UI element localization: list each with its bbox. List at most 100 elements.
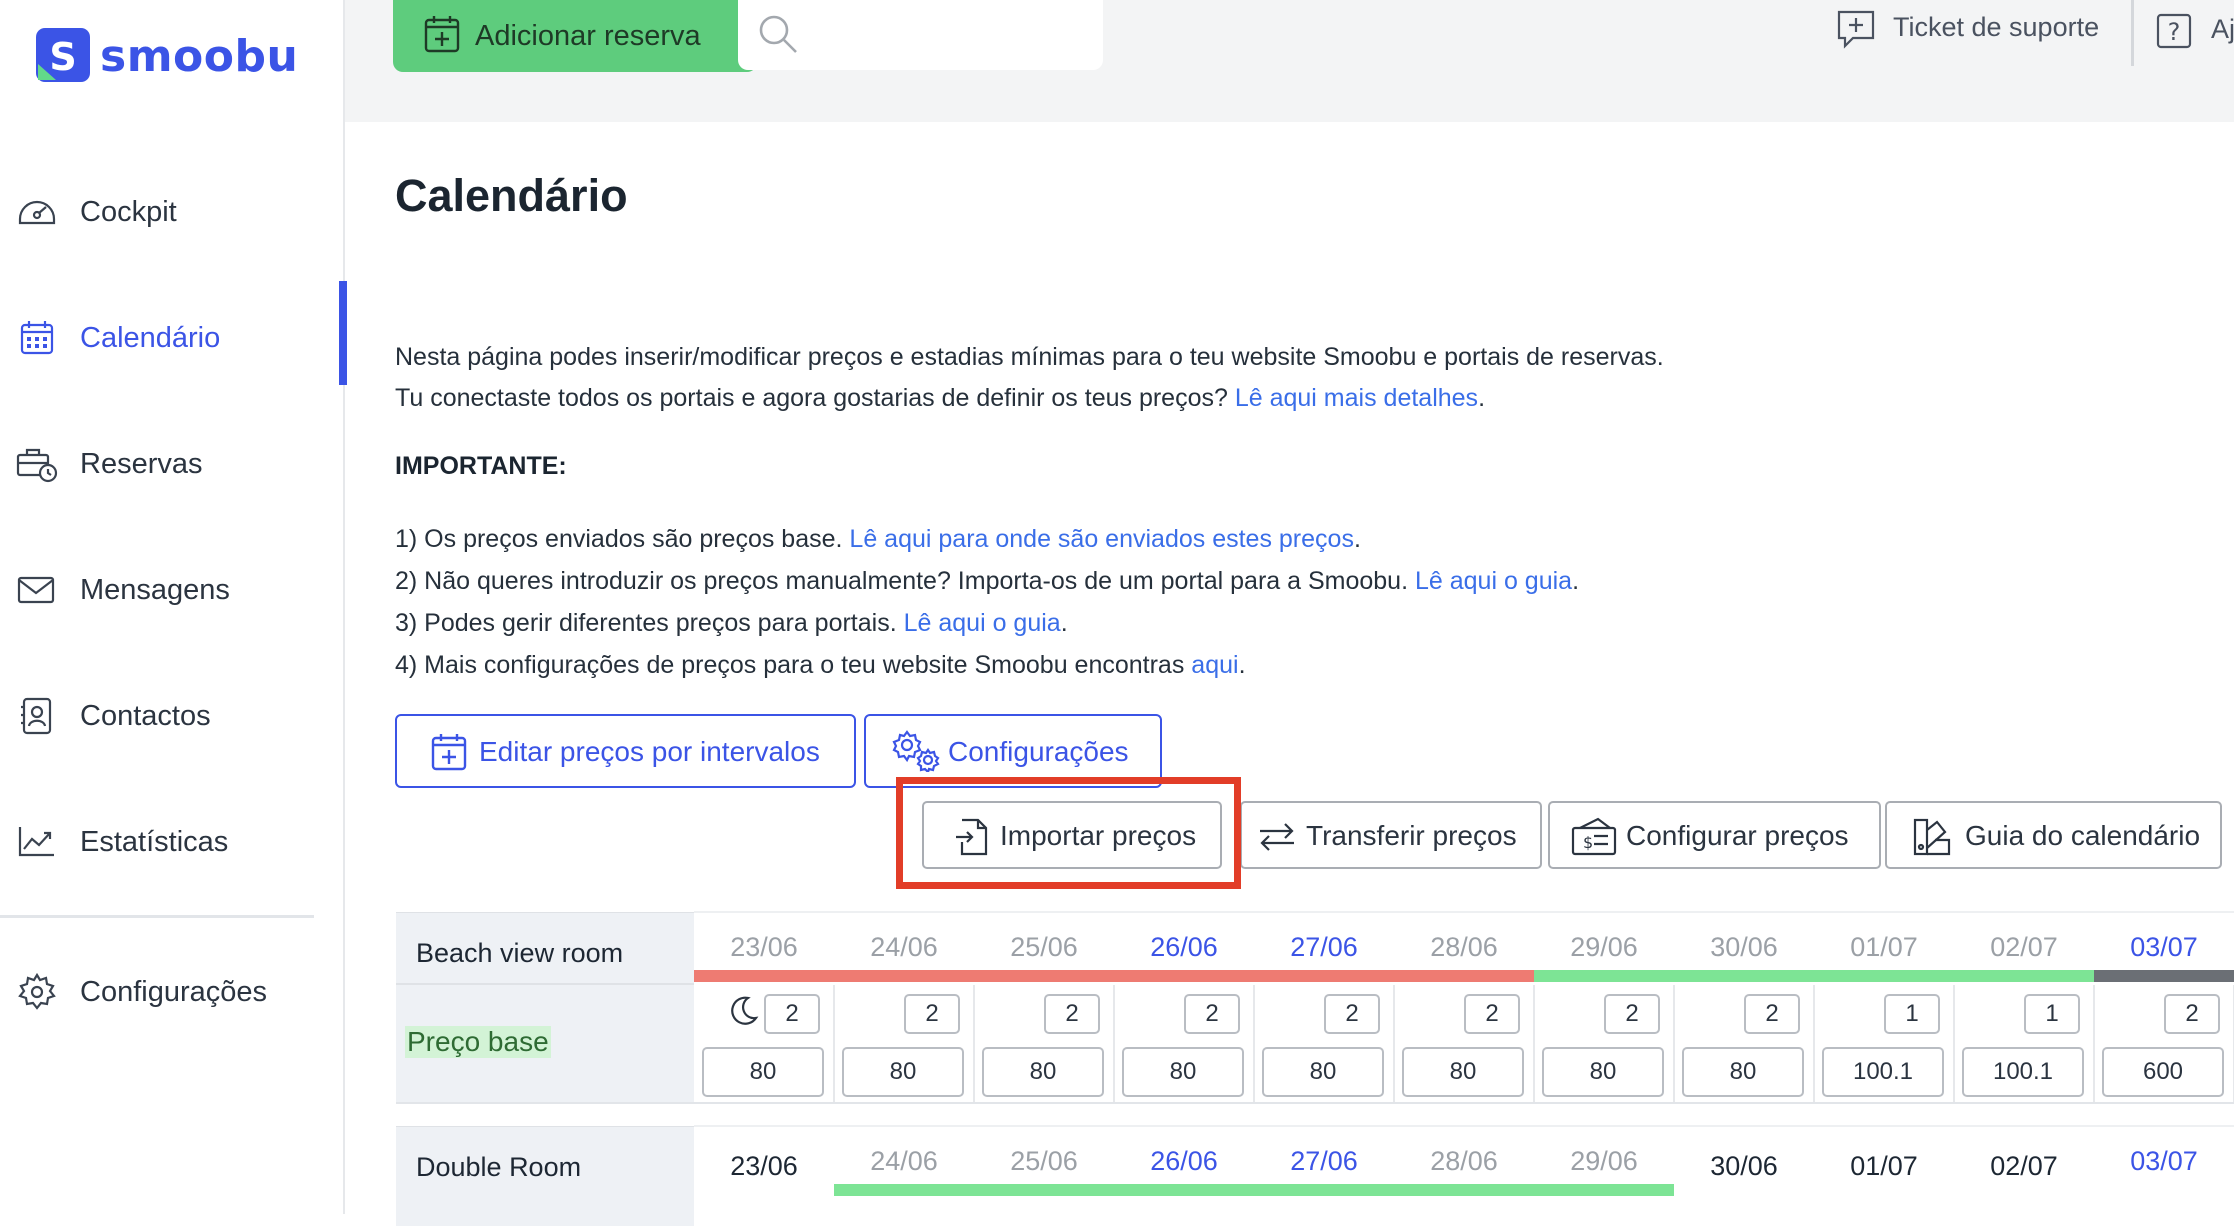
date-header[interactable]: 29/06: [1534, 932, 1674, 963]
configure-prices-label: Configurar preços: [1626, 820, 1849, 851]
details-link[interactable]: Lê aqui mais detalhes: [1235, 384, 1478, 412]
date-header[interactable]: 24/06: [834, 1146, 974, 1177]
min-stay-input[interactable]: 2: [764, 994, 820, 1034]
gears-icon: [892, 730, 940, 777]
help-label: Aj: [2211, 14, 2234, 44]
price-input[interactable]: 80: [1682, 1047, 1804, 1097]
note-link[interactable]: Lê aqui o guia: [904, 609, 1061, 637]
money-tag-icon: $: [1570, 816, 1620, 858]
room-name: Beach view room: [416, 938, 624, 968]
sidebar-item-reservas[interactable]: Reservas: [0, 429, 345, 499]
date-header[interactable]: 28/06: [1394, 932, 1534, 963]
sidebar-item-mensagens[interactable]: Mensagens: [0, 555, 345, 625]
sidebar-item-label: Reservas: [80, 447, 203, 480]
sidebar-item-label: Contactos: [80, 699, 211, 732]
availability-bar-booked: [694, 970, 1534, 982]
availability-bar-free: [1534, 970, 2094, 982]
chat-plus-icon: [1835, 8, 1877, 50]
note-link[interactable]: Lê aqui para onde são enviados estes pre…: [849, 525, 1354, 553]
date-header[interactable]: 02/07: [1954, 1151, 2094, 1182]
note-end: .: [1353, 525, 1361, 553]
svg-text:?: ?: [2168, 18, 2181, 46]
gear-icon: [16, 971, 58, 1013]
important-heading: IMPORTANTE:: [395, 452, 567, 480]
settings-label: Configurações: [948, 736, 1129, 767]
edit-prices-by-interval-button[interactable]: Editar preços por intervalos: [395, 714, 856, 788]
date-header[interactable]: 28/06: [1394, 1146, 1534, 1177]
price-input[interactable]: 80: [1122, 1047, 1244, 1097]
date-header[interactable]: 26/06: [1114, 932, 1254, 963]
price-input[interactable]: 80: [842, 1047, 964, 1097]
date-header[interactable]: 27/06: [1254, 1146, 1394, 1177]
price-input[interactable]: 600: [2102, 1047, 2224, 1097]
price-input[interactable]: 100.1: [1822, 1047, 1944, 1097]
price-input[interactable]: 100.1: [1962, 1047, 2084, 1097]
date-header[interactable]: 25/06: [974, 932, 1114, 963]
date-header[interactable]: 03/07: [2094, 932, 2234, 963]
min-stay-input[interactable]: 2: [2164, 994, 2220, 1034]
add-booking-button[interactable]: Adicionar reserva: [393, 0, 757, 72]
min-stay-input[interactable]: 2: [1184, 994, 1240, 1034]
support-ticket-link[interactable]: Ticket de suporte: [1835, 8, 2099, 50]
date-header[interactable]: 25/06: [974, 1146, 1114, 1177]
page-title: Calendário: [395, 170, 628, 221]
intro-line-1: Nesta página podes inserir/modificar pre…: [395, 343, 1664, 371]
calendar-guide-label: Guia do calendário: [1965, 820, 2201, 851]
sidebar-item-calendario[interactable]: Calendário: [0, 281, 347, 385]
sidebar-item-contactos[interactable]: Contactos: [0, 681, 345, 751]
min-stay-input[interactable]: 2: [904, 994, 960, 1034]
note-end: .: [1572, 567, 1580, 595]
column-divider: [1253, 985, 1255, 1102]
smoobu-logo-icon: S: [30, 24, 94, 88]
smoobu-logo[interactable]: S smoobu: [30, 24, 298, 88]
price-input[interactable]: 80: [1542, 1047, 1664, 1097]
sidebar-item-cockpit[interactable]: Cockpit: [0, 177, 345, 247]
date-header[interactable]: 23/06: [694, 932, 834, 963]
date-header[interactable]: 01/07: [1814, 1151, 1954, 1182]
min-stay-input[interactable]: 2: [1324, 994, 1380, 1034]
sidebar-item-estatisticas[interactable]: Estatísticas: [0, 807, 345, 877]
min-stay-input[interactable]: 2: [1744, 994, 1800, 1034]
price-input[interactable]: 80: [1402, 1047, 1524, 1097]
date-header[interactable]: 30/06: [1674, 1151, 1814, 1182]
price-input[interactable]: 80: [702, 1047, 824, 1097]
date-header[interactable]: 03/07: [2094, 1146, 2234, 1177]
price-input[interactable]: 80: [982, 1047, 1104, 1097]
price-input[interactable]: 80: [1262, 1047, 1384, 1097]
calendar-guide-button[interactable]: Guia do calendário: [1885, 801, 2222, 869]
sidebar-item-label: Configurações: [80, 975, 267, 1008]
note-link[interactable]: Lê aqui o guia: [1415, 567, 1572, 595]
support-ticket-label: Ticket de suporte: [1893, 12, 2100, 42]
rate-label: Preço base: [405, 1026, 551, 1058]
search-icon: [756, 12, 800, 56]
min-stay-input[interactable]: 1: [1884, 994, 1940, 1034]
search-input[interactable]: [738, 0, 1103, 70]
import-highlight-box: [896, 777, 1241, 889]
note-link[interactable]: aqui: [1191, 651, 1238, 679]
availability-bar-free: [834, 1184, 1674, 1196]
calendar-plus-icon: [423, 14, 461, 54]
sidebar: S smoobu Cockpit Calendário Reservas Men…: [0, 0, 347, 1214]
moon-icon: [726, 994, 760, 1033]
date-header[interactable]: 30/06: [1674, 932, 1814, 963]
configure-prices-button[interactable]: $ Configurar preços: [1548, 801, 1881, 869]
date-header[interactable]: 02/07: [1954, 932, 2094, 963]
date-header[interactable]: 27/06: [1254, 932, 1394, 963]
sidebar-item-configuracoes[interactable]: Configurações: [0, 957, 345, 1027]
min-stay-input[interactable]: 1: [2024, 994, 2080, 1034]
min-stay-input[interactable]: 2: [1604, 994, 1660, 1034]
palette-guide-icon: [1911, 816, 1953, 858]
min-stay-input[interactable]: 2: [1044, 994, 1100, 1034]
date-header[interactable]: 26/06: [1114, 1146, 1254, 1177]
date-header[interactable]: 24/06: [834, 932, 974, 963]
min-stay-input[interactable]: 2: [1464, 994, 1520, 1034]
note-2: 2) Não queres introduzir os preços manua…: [395, 567, 1579, 596]
date-header[interactable]: 29/06: [1534, 1146, 1674, 1177]
sidebar-item-label: Calendário: [80, 321, 221, 354]
date-header[interactable]: 23/06: [694, 1151, 834, 1182]
note-1: 1) Os preços enviados são preços base. L…: [395, 525, 1361, 554]
column-divider: [1533, 985, 1535, 1102]
sidebar-item-label: Mensagens: [80, 573, 230, 606]
date-header[interactable]: 01/07: [1814, 932, 1954, 963]
transfer-prices-button[interactable]: Transferir preços: [1240, 801, 1542, 869]
